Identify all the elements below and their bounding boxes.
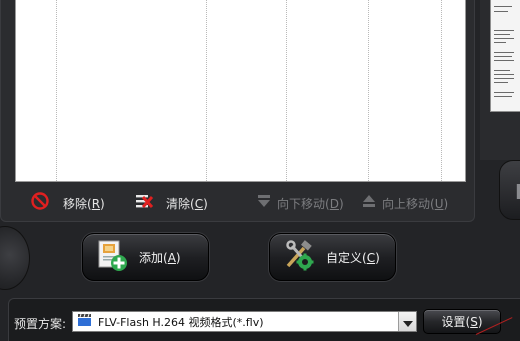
knob-glyph-icon: K (515, 180, 520, 204)
move-up-shortcut: U (434, 196, 444, 211)
preset-label: 预置方案: (14, 317, 67, 331)
clear-button[interactable]: 清除(C) (134, 193, 208, 213)
column-divider (286, 0, 287, 181)
settings-shortcut: S (470, 315, 478, 329)
arrow-up-icon (362, 193, 376, 213)
list-toolbar: 移除(R) 清除(C) 向下移动(D) 向上移动(U) (14, 190, 465, 216)
tools-gear-icon (282, 238, 316, 276)
move-up-button[interactable]: 向上移动(U) (362, 193, 448, 213)
customize-button[interactable]: 自定义(C) (269, 233, 396, 281)
customize-label: 自定义 (326, 250, 363, 265)
converter-window: K 移除(R) (0, 0, 520, 341)
add-label: 添加 (139, 250, 164, 265)
column-divider (368, 0, 369, 181)
move-down-shortcut: D (329, 196, 339, 211)
clear-label: 清除 (166, 196, 191, 211)
add-button[interactable]: 添加(A) (82, 233, 209, 281)
column-divider (441, 0, 442, 181)
preset-selected-value: FLV-Flash H.264 视频格式(*.flv) (98, 315, 264, 329)
left-dial-decoration (0, 226, 30, 290)
clear-shortcut: C (194, 196, 204, 211)
customize-shortcut: C (366, 250, 376, 265)
file-list[interactable] (15, 0, 466, 182)
settings-button[interactable]: 设置(S) (423, 309, 501, 334)
column-divider (56, 0, 57, 181)
video-clapper-icon (77, 312, 92, 331)
dropdown-arrow[interactable] (398, 312, 416, 331)
chevron-down-icon (402, 312, 413, 331)
move-down-label: 向下移动 (277, 196, 326, 211)
no-entry-icon (31, 192, 49, 214)
remove-shortcut: R (91, 196, 101, 211)
clear-list-icon (134, 192, 154, 214)
settings-label: 设置 (441, 315, 466, 329)
move-down-button[interactable]: 向下移动(D) (257, 193, 344, 213)
remove-button[interactable]: 移除(R) (31, 192, 105, 214)
preview-document-thumbnail (490, 0, 520, 112)
preset-dropdown[interactable]: FLV-Flash H.264 视频格式(*.flv) (72, 311, 417, 332)
file-list-panel (0, 0, 475, 222)
add-file-icon (95, 238, 129, 276)
arrow-down-icon (257, 193, 271, 213)
move-up-label: 向上移动 (382, 196, 431, 211)
remove-label: 移除 (63, 196, 88, 211)
column-divider (206, 0, 207, 181)
add-shortcut: A (167, 250, 176, 265)
